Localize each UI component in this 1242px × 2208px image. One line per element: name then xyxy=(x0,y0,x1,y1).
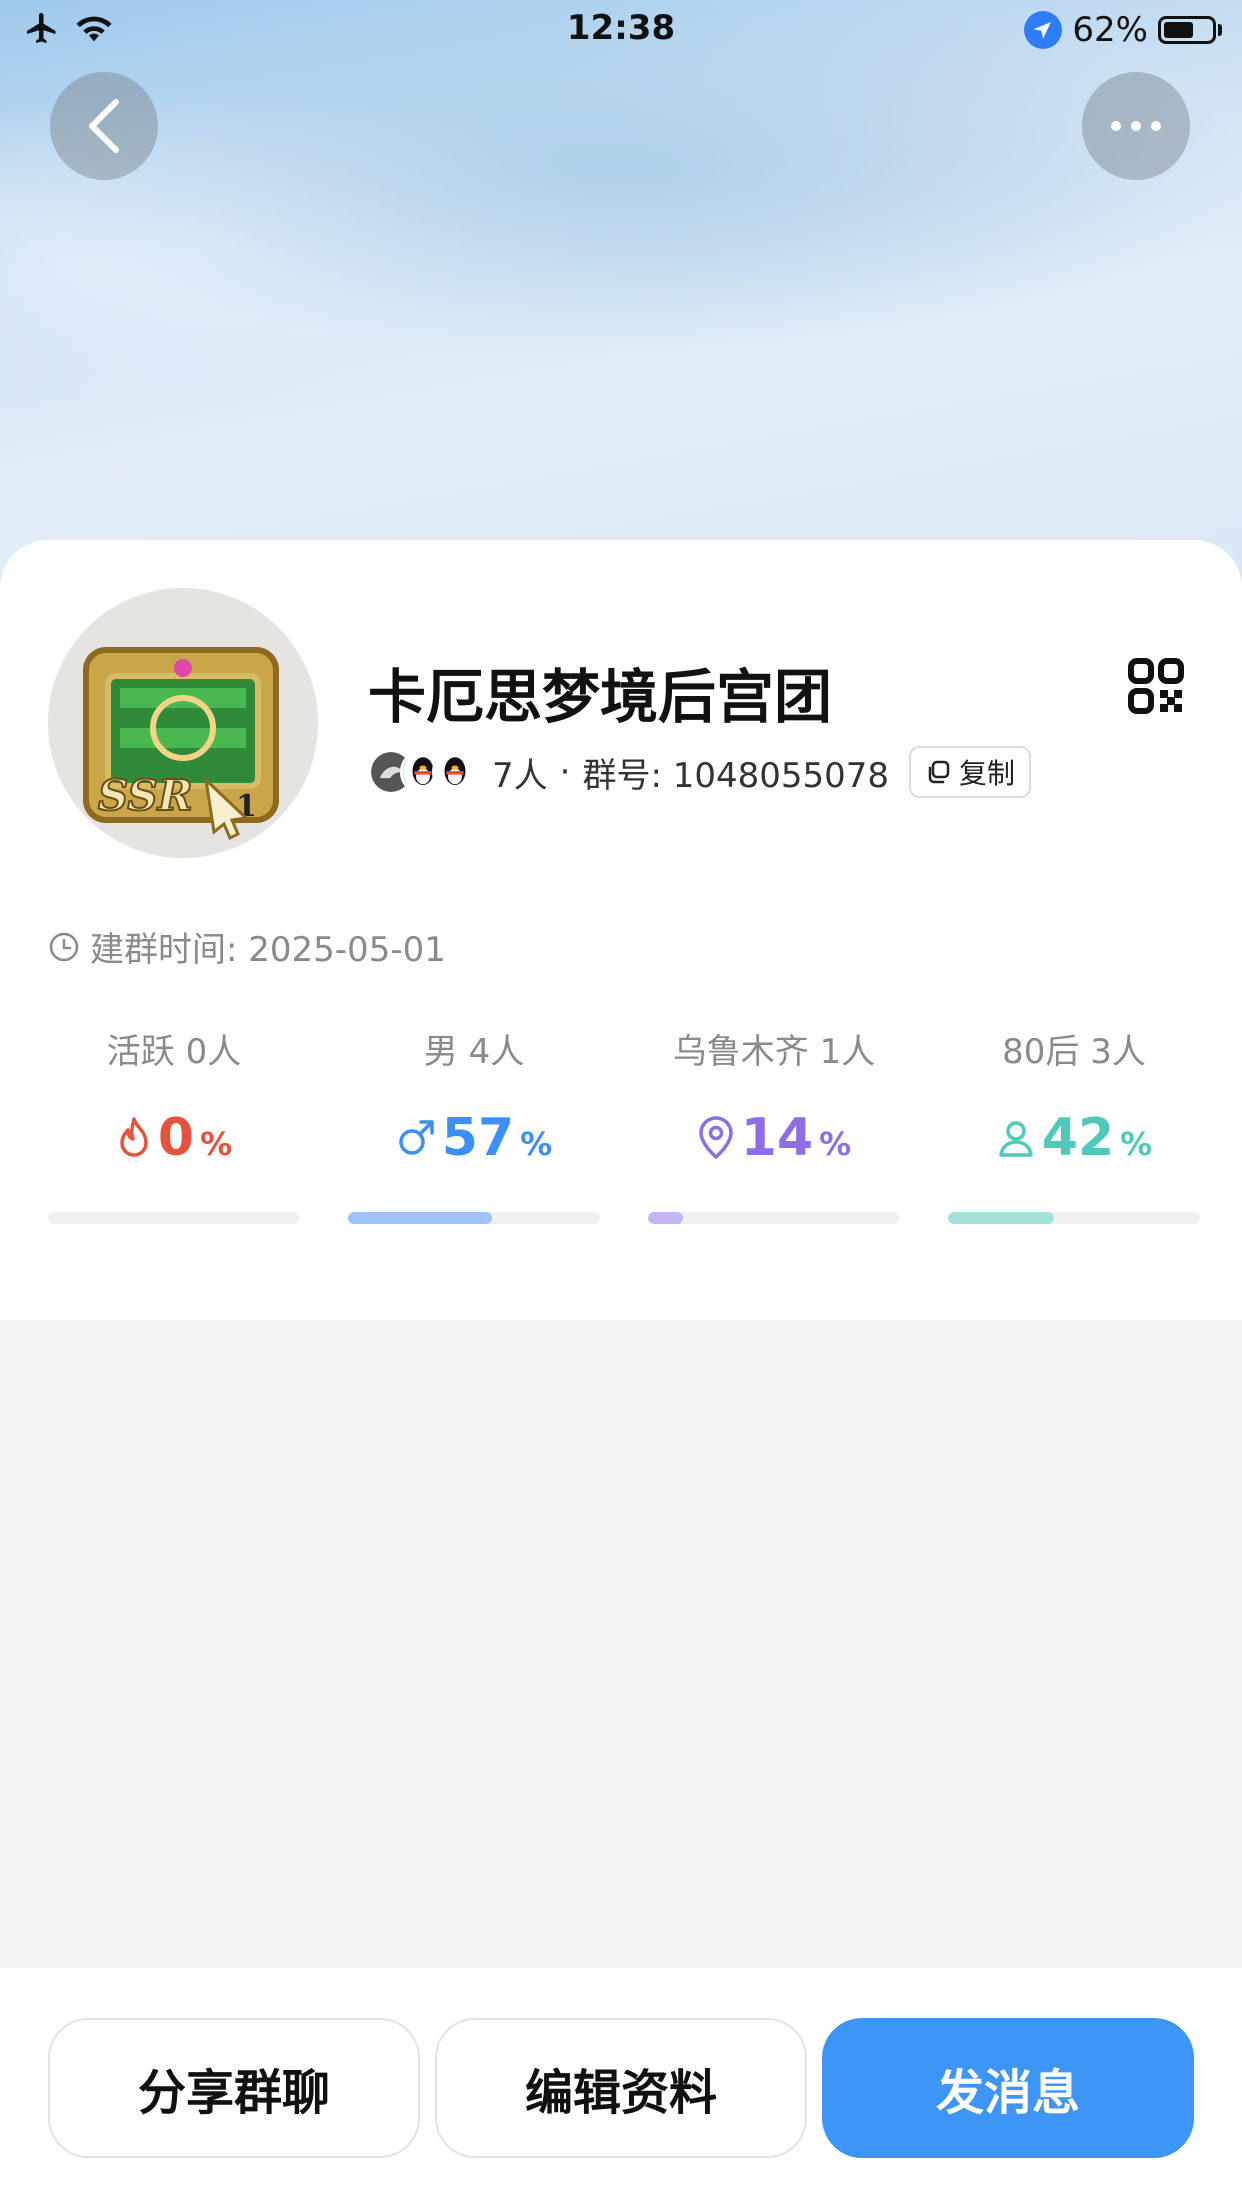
stat-bar xyxy=(648,1212,900,1224)
copy-label: 复制 xyxy=(959,757,1016,790)
group-name: 卡厄思梦境后宫团 xyxy=(368,663,833,731)
location-pin-icon xyxy=(699,1116,733,1160)
stat-label: 80后 3人 xyxy=(1002,1032,1146,1072)
copy-icon xyxy=(928,760,950,784)
svg-text:SSR: SSR xyxy=(98,771,193,820)
group-id: 群号: 1048055078 xyxy=(582,755,890,796)
member-avatars[interactable] xyxy=(368,749,478,795)
stat-bar xyxy=(948,1212,1200,1224)
chevron-left-icon xyxy=(89,99,119,153)
more-button[interactable] xyxy=(1082,72,1190,180)
created-date: 建群时间: 2025-05-01 xyxy=(48,922,446,971)
stat-location[interactable]: 乌鲁木齐 1人 14 % xyxy=(648,1024,900,1224)
location-arrow-icon xyxy=(1024,11,1063,49)
stat-label: 男 4人 xyxy=(423,1032,525,1072)
stat-label: 活跃 0人 xyxy=(106,1032,242,1072)
battery-icon xyxy=(1158,16,1216,44)
person-icon xyxy=(999,1121,1033,1157)
header-background xyxy=(0,0,1242,600)
battery-percent: 62% xyxy=(1072,10,1148,50)
stat-label: 乌鲁木齐 1人 xyxy=(672,1032,876,1072)
back-button[interactable] xyxy=(50,72,158,180)
stat-bar xyxy=(48,1212,300,1224)
stat-active[interactable]: 活跃 0人 0 % xyxy=(48,1024,300,1224)
bottom-action-bar: 分享群聊 编辑资料 发消息 xyxy=(0,1968,1242,2208)
edit-profile-button[interactable]: 编辑资料 xyxy=(435,2018,807,2158)
fire-icon xyxy=(120,1117,148,1157)
qr-code-icon[interactable] xyxy=(1128,658,1184,714)
stat-value: 42 % xyxy=(948,1108,1200,1168)
copy-button[interactable]: 复制 xyxy=(909,746,1032,798)
member-count[interactable]: 7人 xyxy=(492,748,548,797)
stat-value: 14 % xyxy=(648,1108,900,1168)
treasure-chest-icon: SSR 1 xyxy=(48,588,318,858)
share-group-button[interactable]: 分享群聊 xyxy=(48,2018,420,2158)
male-icon xyxy=(399,1120,434,1155)
group-meta: 7人 · 群号: 1048055078 复制 xyxy=(368,742,1032,802)
stat-gender[interactable]: 男 4人 57 % xyxy=(348,1024,600,1224)
separator-dot: · xyxy=(559,752,571,792)
send-message-button[interactable]: 发消息 xyxy=(822,2018,1194,2158)
stat-value: 0 % xyxy=(48,1108,300,1168)
group-avatar[interactable]: SSR 1 xyxy=(48,588,318,858)
clock-icon xyxy=(49,932,79,961)
more-dots-icon xyxy=(1111,121,1161,131)
group-info-card: SSR 1 卡厄思梦境后宫团 7人 · 群号: 1048055078 复制 建群… xyxy=(0,540,1242,1320)
penguin-avatar-icon xyxy=(432,749,478,795)
stat-bar xyxy=(348,1212,600,1224)
stat-value: 57 % xyxy=(348,1108,600,1168)
status-bar: 12:38 62% xyxy=(0,0,1242,62)
stat-age[interactable]: 80后 3人 42 % xyxy=(948,1024,1200,1224)
stats-row: 活跃 0人 0 % 男 4人 57 % 乌鲁木齐 1人 14 % 80后 3人 … xyxy=(48,1024,1200,1224)
created-label: 建群时间: 2025-05-01 xyxy=(90,930,446,970)
